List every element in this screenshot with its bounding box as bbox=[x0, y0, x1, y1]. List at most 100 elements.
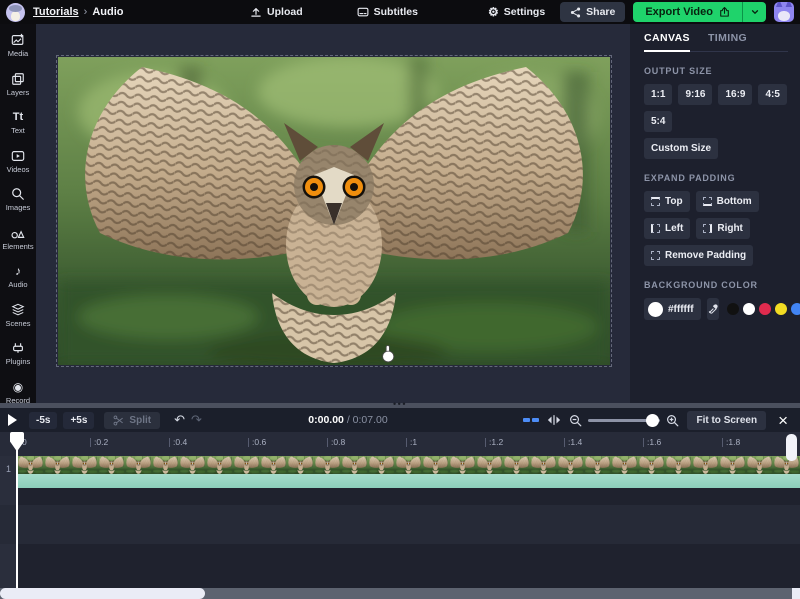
ratio-buttons: 1:1 9:16 16:9 4:5 5:4 bbox=[644, 84, 800, 132]
sidebar-item-audio[interactable]: ♪ Audio bbox=[0, 264, 36, 289]
ruler-tick: :1.8 bbox=[722, 437, 740, 447]
zoom-slider-track[interactable] bbox=[588, 419, 660, 422]
sidebar-item-videos[interactable]: Videos bbox=[0, 149, 36, 174]
upload-icon bbox=[250, 6, 262, 18]
pad-bottom-button[interactable]: Bottom bbox=[696, 191, 759, 212]
sidebar-item-record[interactable]: ◉ Record bbox=[0, 380, 36, 405]
color-swatches bbox=[727, 303, 800, 315]
scenes-icon bbox=[11, 303, 25, 317]
export-video-label: Export Video bbox=[645, 6, 713, 18]
scissors-icon bbox=[113, 415, 124, 426]
swatch-black[interactable] bbox=[727, 303, 739, 315]
zoom-slider-knob[interactable] bbox=[646, 414, 659, 427]
clip-audio-strip bbox=[17, 474, 800, 488]
pad-top-button[interactable]: Top bbox=[644, 191, 690, 212]
swatch-white[interactable] bbox=[743, 303, 755, 315]
padding-row-2: Left Right bbox=[644, 218, 800, 239]
videos-icon bbox=[11, 149, 25, 163]
ratio-5-4-button[interactable]: 5:4 bbox=[644, 111, 672, 132]
breadcrumb-tutorials-link[interactable]: Tutorials bbox=[33, 6, 79, 18]
split-button[interactable]: Split bbox=[104, 412, 160, 429]
user-avatar[interactable] bbox=[774, 2, 794, 22]
scrollbar-corner bbox=[792, 588, 800, 599]
playhead-marker[interactable] bbox=[10, 432, 24, 452]
app-logo[interactable] bbox=[6, 3, 25, 22]
close-timeline-icon[interactable]: × bbox=[774, 412, 792, 429]
custom-size-button[interactable]: Custom Size bbox=[644, 138, 718, 159]
pad-bottom-icon bbox=[703, 197, 712, 206]
export-video-button[interactable]: Export Video bbox=[633, 2, 742, 22]
swatch-blue[interactable] bbox=[791, 303, 800, 315]
tab-timing[interactable]: TIMING bbox=[708, 24, 747, 52]
current-color-dot bbox=[648, 302, 663, 317]
pad-left-button[interactable]: Left bbox=[644, 218, 690, 239]
pad-right-button[interactable]: Right bbox=[696, 218, 750, 239]
upload-label: Upload bbox=[267, 6, 303, 18]
fit-to-screen-button[interactable]: Fit to Screen bbox=[687, 411, 766, 430]
padding-row-1: Top Bottom bbox=[644, 191, 800, 212]
redo-button[interactable]: ↷ bbox=[191, 412, 202, 428]
gear-icon: ⚙ bbox=[488, 6, 499, 18]
padding-row-3: Remove Padding bbox=[644, 245, 800, 266]
subtitles-icon bbox=[357, 6, 369, 18]
sidebar-item-plugins[interactable]: Plugins bbox=[0, 341, 36, 366]
video-clip[interactable] bbox=[17, 456, 800, 489]
sidebar-item-scenes[interactable]: Scenes bbox=[0, 303, 36, 328]
skip-forward-button[interactable]: +5s bbox=[63, 412, 94, 429]
swatch-red[interactable] bbox=[759, 303, 771, 315]
horizontal-scrollbar-thumb[interactable] bbox=[0, 588, 205, 599]
zoom-in-icon[interactable] bbox=[666, 414, 679, 427]
upload-button[interactable]: Upload bbox=[243, 3, 310, 21]
tab-canvas[interactable]: CANVAS bbox=[644, 24, 690, 52]
ratio-4-5-button[interactable]: 4:5 bbox=[758, 84, 786, 105]
video-editor-app: Tutorials › Audio Upload Subtitles ⚙ Set… bbox=[0, 0, 800, 599]
remove-padding-icon bbox=[651, 251, 660, 260]
elements-icon bbox=[11, 226, 25, 240]
empty-track-row[interactable] bbox=[0, 505, 800, 544]
sidebar-label-layers: Layers bbox=[7, 88, 30, 97]
ratio-16-9-button[interactable]: 16:9 bbox=[718, 84, 752, 105]
current-color-button[interactable]: #ffffff bbox=[644, 298, 701, 320]
sidebar-item-layers[interactable]: Layers bbox=[0, 72, 36, 97]
sidebar-label-plugins: Plugins bbox=[6, 357, 31, 366]
ruler-scroll-handle[interactable] bbox=[786, 434, 797, 461]
chevron-down-icon bbox=[750, 7, 760, 17]
breadcrumb-current[interactable]: Audio bbox=[92, 6, 123, 18]
sidebar-label-media: Media bbox=[8, 49, 28, 58]
images-search-icon bbox=[11, 187, 25, 201]
split-view-icon[interactable] bbox=[547, 413, 561, 427]
subtitles-button[interactable]: Subtitles bbox=[350, 3, 425, 21]
sidebar-label-videos: Videos bbox=[7, 165, 30, 174]
sidebar-item-elements[interactable]: Elements bbox=[0, 226, 36, 251]
settings-label: Settings bbox=[504, 6, 545, 18]
swatch-yellow[interactable] bbox=[775, 303, 787, 315]
remove-padding-button[interactable]: Remove Padding bbox=[644, 245, 753, 266]
play-button[interactable] bbox=[8, 414, 17, 426]
export-dropdown-button[interactable] bbox=[742, 2, 766, 22]
sidebar-item-text[interactable]: Tt Text bbox=[0, 110, 36, 135]
skip-back-button[interactable]: -5s bbox=[29, 412, 57, 429]
custom-size-row: Custom Size bbox=[644, 138, 800, 159]
timeline-zoom-control bbox=[569, 414, 679, 427]
panel-tabs: CANVAS TIMING bbox=[644, 24, 788, 52]
sidebar-item-media[interactable]: Media bbox=[0, 33, 36, 58]
horizontal-scrollbar[interactable] bbox=[0, 588, 800, 599]
ratio-1-1-button[interactable]: 1:1 bbox=[644, 84, 672, 105]
video-preview[interactable] bbox=[58, 57, 610, 365]
timeline-ruler[interactable]: 0 :0.2 :0.4 :0.6 :0.8 :1 :1.2 :1.4 :1.6 … bbox=[0, 432, 800, 456]
share-button[interactable]: Share bbox=[560, 2, 625, 22]
sidebar-item-images[interactable]: Images bbox=[0, 187, 36, 212]
top-bar: Tutorials › Audio Upload Subtitles ⚙ Set… bbox=[0, 0, 800, 24]
playhead-line bbox=[16, 432, 18, 588]
eyedropper-button[interactable] bbox=[707, 298, 719, 320]
settings-button[interactable]: ⚙ Settings bbox=[481, 3, 552, 21]
ratio-9-16-button[interactable]: 9:16 bbox=[678, 84, 712, 105]
panel-resize-handle[interactable]: ••• bbox=[0, 403, 800, 408]
time-display: 0:00.00 / 0:07.00 bbox=[286, 414, 410, 426]
undo-button[interactable]: ↶ bbox=[174, 412, 185, 428]
media-icon bbox=[11, 33, 25, 47]
sidebar-label-scenes: Scenes bbox=[5, 319, 30, 328]
pad-right-label: Right bbox=[717, 223, 743, 234]
zoom-out-icon[interactable] bbox=[569, 414, 582, 427]
snap-toggle[interactable] bbox=[523, 418, 539, 422]
